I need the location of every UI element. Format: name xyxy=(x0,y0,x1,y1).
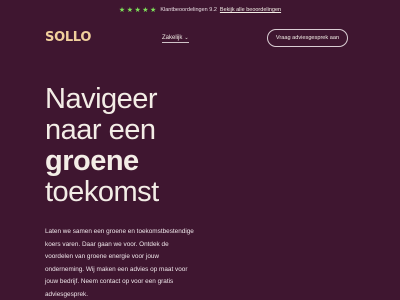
hero-title: Navigeer naar een groene toekomst xyxy=(45,84,365,208)
rating-stars: ★ ★ ★ ★ ★ xyxy=(119,7,156,14)
rating-score-text: Klantbeoordelingen 9.2 xyxy=(160,7,217,13)
rating-bar: ★ ★ ★ ★ ★ Klantbeoordelingen 9.2 Bekijk … xyxy=(0,0,400,20)
nav-zakelijk-label: Zakelijk xyxy=(162,35,183,41)
star-icon: ★ xyxy=(134,6,141,14)
star-icon: ★ xyxy=(142,6,149,14)
hero-body-text: Laten we samen een groene en toekomstbes… xyxy=(45,228,194,298)
star-icon: ★ xyxy=(126,6,133,14)
chevron-down-icon: ⌄ xyxy=(184,35,189,41)
hero-title-line: Navigeer xyxy=(45,83,158,115)
sollo-logo[interactable]: SOLLO xyxy=(45,30,91,45)
request-consultation-button[interactable]: Vraag adviesgesprek aan xyxy=(267,29,348,47)
hero-title-line: toekomst xyxy=(45,176,159,208)
hero-title-line: naar een xyxy=(45,114,156,146)
nav-zakelijk[interactable]: Zakelijk ⌄ xyxy=(162,35,189,43)
page: ★ ★ ★ ★ ★ Klantbeoordelingen 9.2 Bekijk … xyxy=(0,0,400,300)
all-reviews-link[interactable]: Bekijk alle beoordelingen xyxy=(220,7,281,13)
site-header: SOLLO Zakelijk ⌄ Vraag adviesgesprek aan xyxy=(0,28,400,52)
hero-title-highlight: groene xyxy=(45,145,139,177)
star-icon: ★ xyxy=(118,6,126,14)
star-icon: ★ xyxy=(150,6,157,14)
